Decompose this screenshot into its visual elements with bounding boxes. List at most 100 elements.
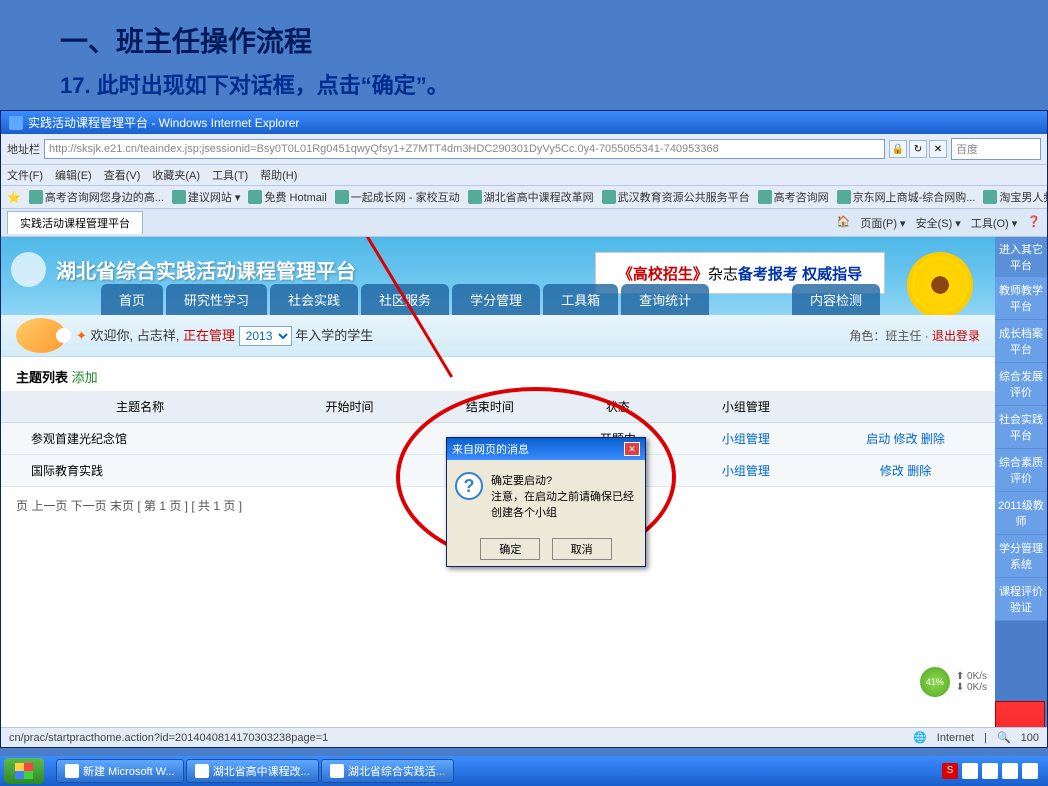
status-internet: Internet bbox=[937, 732, 974, 744]
col-name: 主题名称 bbox=[1, 391, 279, 423]
tray-icon[interactable] bbox=[1002, 763, 1018, 779]
ie-icon bbox=[9, 116, 23, 130]
status-divider: | bbox=[984, 732, 987, 744]
ie-icon bbox=[195, 764, 209, 778]
nav-social[interactable]: 社会实践 bbox=[270, 284, 358, 315]
nav-content-check[interactable]: 内容检测 bbox=[792, 284, 880, 315]
cell-name: 参观首建光纪念馆 bbox=[1, 423, 279, 455]
menu-help[interactable]: 帮助(H) bbox=[260, 167, 297, 183]
fav-item[interactable]: 建议网站 ▾ bbox=[172, 189, 241, 205]
taskbar-item[interactable]: 湖北省综合实践活... bbox=[321, 759, 454, 783]
question-icon: ? bbox=[455, 472, 483, 500]
menu-favorites[interactable]: 收藏夹(A) bbox=[152, 167, 200, 183]
right-sidebar: 进入其它平台 教师教学平台 成长档案平台 综合发展评价 社会实践平台 综合素质评… bbox=[995, 237, 1047, 727]
nav-community[interactable]: 社区服务 bbox=[361, 284, 449, 315]
fav-item[interactable]: 京东网上商城-综合网购... bbox=[837, 189, 976, 205]
site-icon bbox=[335, 190, 349, 204]
cell-start bbox=[279, 455, 419, 487]
menu-view[interactable]: 查看(V) bbox=[104, 167, 141, 183]
instruction-title: 一、班主任操作流程 bbox=[60, 20, 988, 60]
site-icon bbox=[758, 190, 772, 204]
fav-item[interactable]: 高考咨询网 bbox=[758, 189, 829, 205]
row-actions[interactable]: 修改 删除 bbox=[880, 464, 931, 478]
sidebar-item[interactable]: 综合发展评价 bbox=[995, 363, 1047, 406]
tab-tools: 🏠 页面(P) ▾ 安全(S) ▾ 工具(O) ▾ ❓ bbox=[837, 215, 1041, 231]
search-input[interactable]: 百度 bbox=[951, 138, 1041, 160]
fav-star-icon[interactable]: ⭐ bbox=[7, 191, 21, 204]
ie-titlebar: 实践活动课程管理平台 - Windows Internet Explorer bbox=[1, 111, 1047, 134]
sidebar-item[interactable]: 教师教学平台 bbox=[995, 277, 1047, 320]
status-zoom[interactable]: 100 bbox=[1021, 732, 1039, 744]
sidebar-ad[interactable]: 最权威 bbox=[995, 701, 1045, 727]
nav-toolbox[interactable]: 工具箱 bbox=[543, 284, 618, 315]
main-nav: 首页 研究性学习 社会实践 社区服务 学分管理 工具箱 查询统计 bbox=[101, 284, 709, 315]
add-topic-link[interactable]: 添加 bbox=[72, 370, 98, 385]
lock-icon[interactable]: 🔒 bbox=[889, 140, 907, 158]
tool-help-icon[interactable]: ❓ bbox=[1027, 215, 1041, 231]
tray-icon[interactable] bbox=[982, 763, 998, 779]
tool-page[interactable]: 页面(P) ▾ bbox=[860, 215, 905, 231]
group-manage-link[interactable]: 小组管理 bbox=[722, 464, 770, 478]
stop-icon[interactable]: ✕ bbox=[929, 140, 947, 158]
cell-start bbox=[279, 423, 419, 455]
fav-item[interactable]: 武汉教育资源公共服务平台 bbox=[602, 189, 750, 205]
tool-safety[interactable]: 安全(S) ▾ bbox=[916, 215, 961, 231]
tool-home-icon[interactable]: 🏠 bbox=[837, 215, 851, 231]
menu-file[interactable]: 文件(F) bbox=[7, 167, 43, 183]
welcome-bar: ✦ 欢迎你, 占志祥, 正在管理 2013 年入学的学生 角色：班主任 · 退出… bbox=[1, 315, 995, 357]
cancel-button[interactable]: 取消 bbox=[552, 538, 612, 560]
sidebar-header: 进入其它平台 bbox=[995, 237, 1047, 277]
year-select[interactable]: 2013 bbox=[239, 326, 292, 346]
sidebar-item[interactable]: 2011级教师 bbox=[995, 492, 1047, 535]
url-input[interactable]: http://sksjk.e21.cn/teaindex.jsp;jsessio… bbox=[44, 139, 885, 159]
fav-item[interactable]: 湖北省高中课程改革网 bbox=[468, 189, 594, 205]
sidebar-item[interactable]: 课程评价验证 bbox=[995, 578, 1047, 621]
tray-icon[interactable] bbox=[1022, 763, 1038, 779]
sidebar-item[interactable]: 社会实践平台 bbox=[995, 406, 1047, 449]
speed-badge[interactable]: 41% bbox=[920, 667, 950, 697]
fav-item[interactable]: 免费 Hotmail bbox=[248, 189, 326, 205]
group-manage-link[interactable]: 小组管理 bbox=[722, 432, 770, 446]
tool-tools[interactable]: 工具(O) ▾ bbox=[971, 215, 1017, 231]
taskbar-item[interactable]: 新建 Microsoft W... bbox=[56, 759, 184, 783]
site-icon bbox=[837, 190, 851, 204]
taskbar-item[interactable]: 湖北省高中课程改... bbox=[186, 759, 319, 783]
active-tab[interactable]: 实践活动课程管理平台 bbox=[7, 211, 143, 234]
dialog-title-text: 来自网页的消息 bbox=[452, 441, 529, 457]
sidebar-item[interactable]: 综合素质评价 bbox=[995, 449, 1047, 492]
logo-icon bbox=[11, 252, 46, 287]
start-button[interactable] bbox=[4, 758, 44, 784]
instruction-panel: 一、班主任操作流程 17. 此时出现如下对话框，点击“确定”。 bbox=[0, 0, 1048, 110]
sidebar-item[interactable]: 学分管理系统 bbox=[995, 535, 1047, 578]
status-url: cn/prac/startpracthome.action?id=2014040… bbox=[9, 732, 328, 744]
refresh-icon[interactable]: ↻ bbox=[909, 140, 927, 158]
col-start: 开始时间 bbox=[279, 391, 419, 423]
zoom-icon[interactable]: 🔍 bbox=[997, 731, 1011, 744]
site-header: 湖北省综合实践活动课程管理平台 《高校招生》 杂志 备考报考 权威指导 首页 研… bbox=[1, 237, 995, 315]
topic-list-header: 主题列表 添加 bbox=[1, 357, 995, 391]
sidebar-item[interactable]: 成长档案平台 bbox=[995, 320, 1047, 363]
tray-icon[interactable]: S bbox=[942, 763, 958, 779]
tray-icon[interactable] bbox=[962, 763, 978, 779]
close-icon[interactable]: ✕ bbox=[624, 442, 640, 456]
page-content: 湖北省综合实践活动课程管理平台 《高校招生》 杂志 备考报考 权威指导 首页 研… bbox=[1, 237, 1047, 727]
menu-edit[interactable]: 编辑(E) bbox=[55, 167, 92, 183]
nav-credits[interactable]: 学分管理 bbox=[452, 284, 540, 315]
col-group: 小组管理 bbox=[676, 391, 816, 423]
nav-home[interactable]: 首页 bbox=[101, 284, 163, 315]
site-icon bbox=[172, 190, 186, 204]
dialog-titlebar[interactable]: 来自网页的消息 ✕ bbox=[447, 438, 645, 460]
menu-tools[interactable]: 工具(T) bbox=[212, 167, 248, 183]
fav-item[interactable]: 淘宝男人频道-淘宝网最... bbox=[983, 189, 1047, 205]
row-actions[interactable]: 启动 修改 删除 bbox=[866, 432, 945, 446]
word-icon bbox=[65, 764, 79, 778]
nav-query[interactable]: 查询统计 bbox=[621, 284, 709, 315]
logout-link[interactable]: 退出登录 bbox=[932, 329, 980, 343]
col-actions bbox=[816, 391, 995, 423]
address-label: 地址栏 bbox=[7, 141, 40, 157]
ok-button[interactable]: 确定 bbox=[480, 538, 540, 560]
nav-research[interactable]: 研究性学习 bbox=[166, 284, 267, 315]
fav-item[interactable]: 一起成长网 - 家校互动 bbox=[335, 189, 460, 205]
fav-item[interactable]: 高考咨询网您身边的高... bbox=[29, 189, 164, 205]
site-icon bbox=[248, 190, 262, 204]
